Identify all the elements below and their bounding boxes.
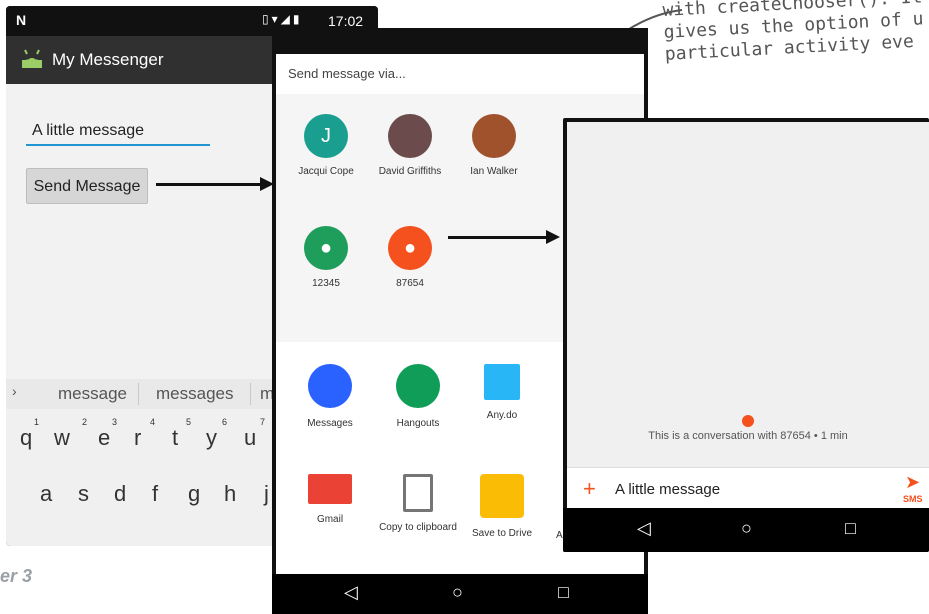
app-anydo[interactable]: Any.do xyxy=(460,364,544,421)
android-logo-icon xyxy=(22,49,42,68)
chapter-footer: er 3 xyxy=(0,566,33,586)
key-hint: 7 xyxy=(260,417,266,427)
key-y[interactable]: y xyxy=(206,425,217,451)
contact-87654[interactable]: ● 87654 xyxy=(368,226,452,289)
drive-icon xyxy=(480,474,524,518)
contact-avatar: J xyxy=(304,114,348,158)
key-hint: 1 xyxy=(34,417,40,427)
key-f[interactable]: f xyxy=(152,481,158,507)
recents-icon[interactable]: □ xyxy=(845,518,856,539)
anydo-icon xyxy=(484,364,520,400)
recents-icon[interactable]: □ xyxy=(558,582,569,603)
key-g[interactable]: g xyxy=(188,481,200,507)
app-messages[interactable]: Messages xyxy=(288,364,372,429)
key-w[interactable]: w xyxy=(54,425,70,451)
flow-arrow xyxy=(156,177,274,191)
app-save-to-drive[interactable]: Save to Drive xyxy=(460,474,544,539)
key-q[interactable]: q xyxy=(20,425,32,451)
send-sms-label: SMS xyxy=(903,494,923,504)
contact-david-griffiths[interactable]: David Griffiths xyxy=(368,114,452,177)
contact-name: 87654 xyxy=(396,278,424,289)
home-icon[interactable]: ○ xyxy=(452,582,463,603)
handwritten-note: with createChooser(). It gives us the op… xyxy=(662,0,929,92)
phone-messages-app: This is a conversation with 87654 • 1 mi… xyxy=(563,118,929,552)
key-r[interactable]: r xyxy=(134,425,141,451)
chooser-title: Send message via... xyxy=(288,66,406,81)
key-hint: 6 xyxy=(222,417,228,427)
n-logo-icon: N xyxy=(16,12,27,28)
contact-name: Ian Walker xyxy=(470,166,518,177)
key-j[interactable]: j xyxy=(264,481,269,507)
conversation-screen: This is a conversation with 87654 • 1 mi… xyxy=(567,122,929,509)
app-label: Any.do xyxy=(486,410,518,421)
key-hint: 5 xyxy=(186,417,192,427)
avatar-initial: J xyxy=(321,125,331,147)
key-e[interactable]: e xyxy=(98,425,110,451)
app-label: Messages xyxy=(307,418,353,429)
status-time: 17:02 xyxy=(328,13,364,29)
signal-icons: ▯▾◢▮ xyxy=(262,12,303,26)
contact-jacqui-cope[interactable]: J Jacqui Cope xyxy=(284,114,368,177)
app-hangouts[interactable]: Hangouts xyxy=(376,364,460,429)
key-hint: 3 xyxy=(112,417,118,427)
contact-name: 12345 xyxy=(312,278,340,289)
message-input[interactable]: A little message xyxy=(26,118,210,146)
divider xyxy=(138,383,139,405)
contact-name: David Griffiths xyxy=(378,166,442,177)
divider xyxy=(250,383,251,405)
hangouts-icon xyxy=(396,364,440,408)
key-a[interactable]: a xyxy=(40,481,52,507)
messages-icon xyxy=(308,364,352,408)
app-copy-to-clipboard[interactable]: Copy to clipboard xyxy=(376,474,460,533)
key-d[interactable]: d xyxy=(114,481,126,507)
app-label-partial: A xyxy=(556,530,563,541)
navigation-bar: ◁ ○ □ xyxy=(563,508,929,552)
copy-icon xyxy=(403,474,433,512)
app-gmail[interactable]: Gmail xyxy=(288,474,372,525)
message-field[interactable]: A little message xyxy=(615,481,720,498)
person-icon xyxy=(742,415,754,427)
app-label: Gmail xyxy=(316,514,344,525)
back-icon[interactable]: ◁ xyxy=(637,518,651,539)
app-label: Copy to clipboard xyxy=(379,522,457,533)
home-icon[interactable]: ○ xyxy=(741,518,752,539)
suggestion-2[interactable]: messages xyxy=(156,384,233,404)
navigation-bar: ◁ ○ □ xyxy=(272,574,648,614)
compose-bar: + A little message ➤ SMS xyxy=(567,467,929,509)
contact-ian-walker[interactable]: Ian Walker xyxy=(452,114,536,177)
key-hint: 2 xyxy=(82,417,88,427)
key-t[interactable]: t xyxy=(172,425,178,451)
send-icon[interactable]: ➤ xyxy=(905,472,920,493)
chevron-right-icon[interactable]: › xyxy=(12,383,17,399)
app-label: Hangouts xyxy=(396,418,440,429)
key-u[interactable]: u xyxy=(244,425,256,451)
key-s[interactable]: s xyxy=(78,481,89,507)
conversation-info: This is a conversation with 87654 • 1 mi… xyxy=(648,430,848,442)
add-icon[interactable]: + xyxy=(583,476,596,502)
contact-12345[interactable]: ● 12345 xyxy=(284,226,368,289)
contact-name: Jacqui Cope xyxy=(298,166,354,177)
back-icon[interactable]: ◁ xyxy=(344,582,358,603)
suggestion-1[interactable]: message xyxy=(58,384,127,404)
app-title: My Messenger xyxy=(52,50,164,69)
key-hint: 4 xyxy=(150,417,156,427)
person-icon: ● xyxy=(304,226,348,270)
contact-photo xyxy=(388,114,432,158)
send-message-button[interactable]: Send Message xyxy=(26,168,148,204)
contact-photo xyxy=(472,114,516,158)
app-label: Save to Drive xyxy=(471,528,533,539)
key-h[interactable]: h xyxy=(224,481,236,507)
flow-arrow xyxy=(448,230,560,244)
gmail-icon xyxy=(308,474,352,504)
person-icon: ● xyxy=(388,226,432,270)
